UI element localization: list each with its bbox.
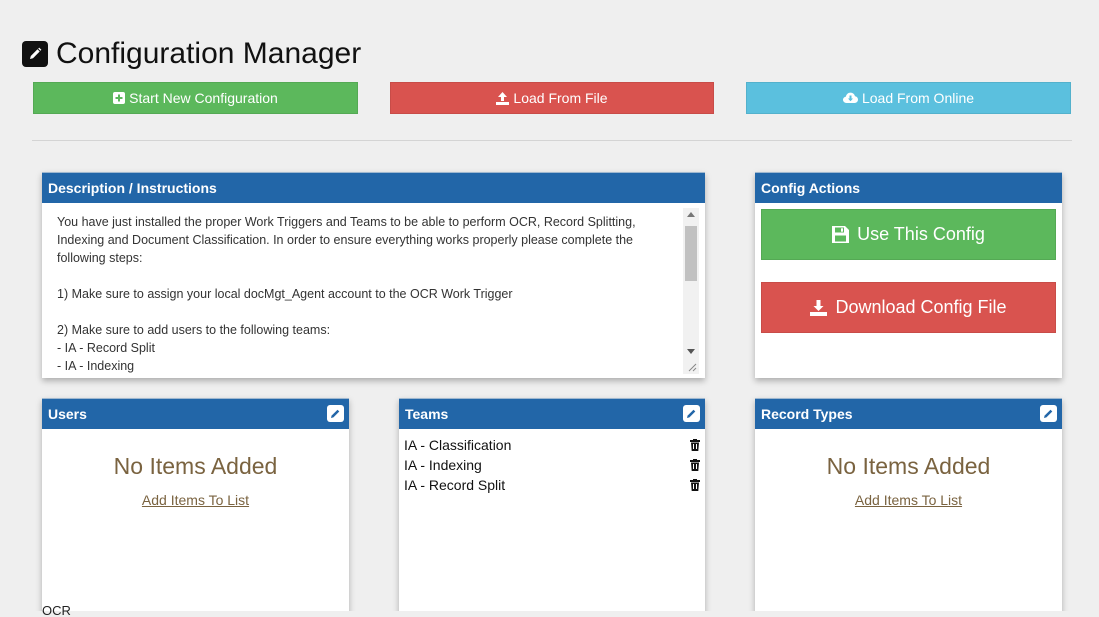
bottom-strip: [0, 611, 1099, 617]
cloud-download-icon: [842, 92, 858, 103]
users-panel: Users No Items Added Add Items To List: [42, 398, 349, 617]
record-types-add-items-link[interactable]: Add Items To List: [755, 492, 1062, 508]
team-name: IA - Indexing: [404, 457, 482, 473]
list-item: IA - Indexing: [404, 455, 700, 475]
upload-icon: [496, 91, 510, 105]
users-add-items-link[interactable]: Add Items To List: [42, 492, 349, 508]
list-item: IA - Record Split: [404, 475, 700, 495]
download-config-file-button[interactable]: Download Config File: [761, 282, 1056, 333]
config-actions-panel: Config Actions Use This Config Download …: [755, 172, 1062, 378]
load-from-online-button[interactable]: Load From Online: [746, 82, 1071, 114]
users-empty-message: No Items Added: [113, 453, 278, 479]
plus-square-icon: [113, 92, 126, 104]
scroll-down-arrow-icon[interactable]: [687, 349, 695, 354]
scroll-thumb[interactable]: [685, 226, 697, 281]
description-header: Description / Instructions: [42, 172, 705, 203]
trash-icon[interactable]: [690, 459, 700, 471]
download-config-file-label: Download Config File: [835, 297, 1007, 317]
teams-header-label: Teams: [405, 406, 449, 422]
users-header: Users: [42, 398, 349, 429]
record-types-header: Record Types: [755, 398, 1062, 429]
use-this-config-label: Use This Config: [857, 224, 985, 244]
pencil-icon: [687, 409, 696, 418]
description-textarea[interactable]: You have just installed the proper Work …: [48, 208, 701, 374]
config-actions-header: Config Actions: [755, 172, 1062, 203]
trash-icon[interactable]: [690, 439, 700, 451]
teams-edit-button[interactable]: [683, 405, 700, 422]
users-header-label: Users: [48, 406, 87, 422]
record-types-header-label: Record Types: [761, 406, 853, 422]
use-this-config-button[interactable]: Use This Config: [761, 209, 1056, 260]
below-fold-label: OCR: [42, 603, 71, 617]
team-name: IA - Record Split: [404, 477, 506, 493]
start-new-configuration-button[interactable]: Start New Configuration: [33, 82, 358, 114]
description-scrollbar[interactable]: [683, 208, 699, 374]
load-from-file-label: Load From File: [513, 90, 608, 106]
resize-grip-icon[interactable]: [687, 362, 697, 372]
teams-panel: Teams IA - Classification IA - Indexing …: [399, 398, 705, 617]
page-title: Configuration Manager: [56, 37, 362, 70]
edit-square-icon: [22, 41, 48, 67]
record-types-edit-button[interactable]: [1040, 405, 1057, 422]
pencil-icon: [1044, 409, 1053, 418]
load-from-file-button[interactable]: Load From File: [390, 82, 714, 114]
list-item: IA - Classification: [404, 435, 700, 455]
team-name: IA - Classification: [404, 437, 512, 453]
pencil-icon: [331, 409, 340, 418]
save-floppy-icon: [832, 226, 850, 243]
description-text: You have just installed the proper Work …: [57, 215, 636, 373]
download-icon: [810, 299, 828, 316]
description-panel: Description / Instructions You have just…: [42, 172, 705, 378]
record-types-empty-message: No Items Added: [826, 453, 991, 479]
load-from-online-label: Load From Online: [861, 90, 975, 106]
start-new-configuration-label: Start New Configuration: [129, 90, 278, 106]
users-edit-button[interactable]: [327, 405, 344, 422]
page-header: Configuration Manager: [22, 36, 361, 72]
scroll-up-arrow-icon[interactable]: [687, 212, 695, 217]
teams-header: Teams: [399, 398, 705, 429]
divider: [32, 140, 1072, 141]
teams-list: IA - Classification IA - Indexing IA - R…: [399, 429, 705, 495]
trash-icon[interactable]: [690, 479, 700, 491]
record-types-panel: Record Types No Items Added Add Items To…: [755, 398, 1062, 617]
